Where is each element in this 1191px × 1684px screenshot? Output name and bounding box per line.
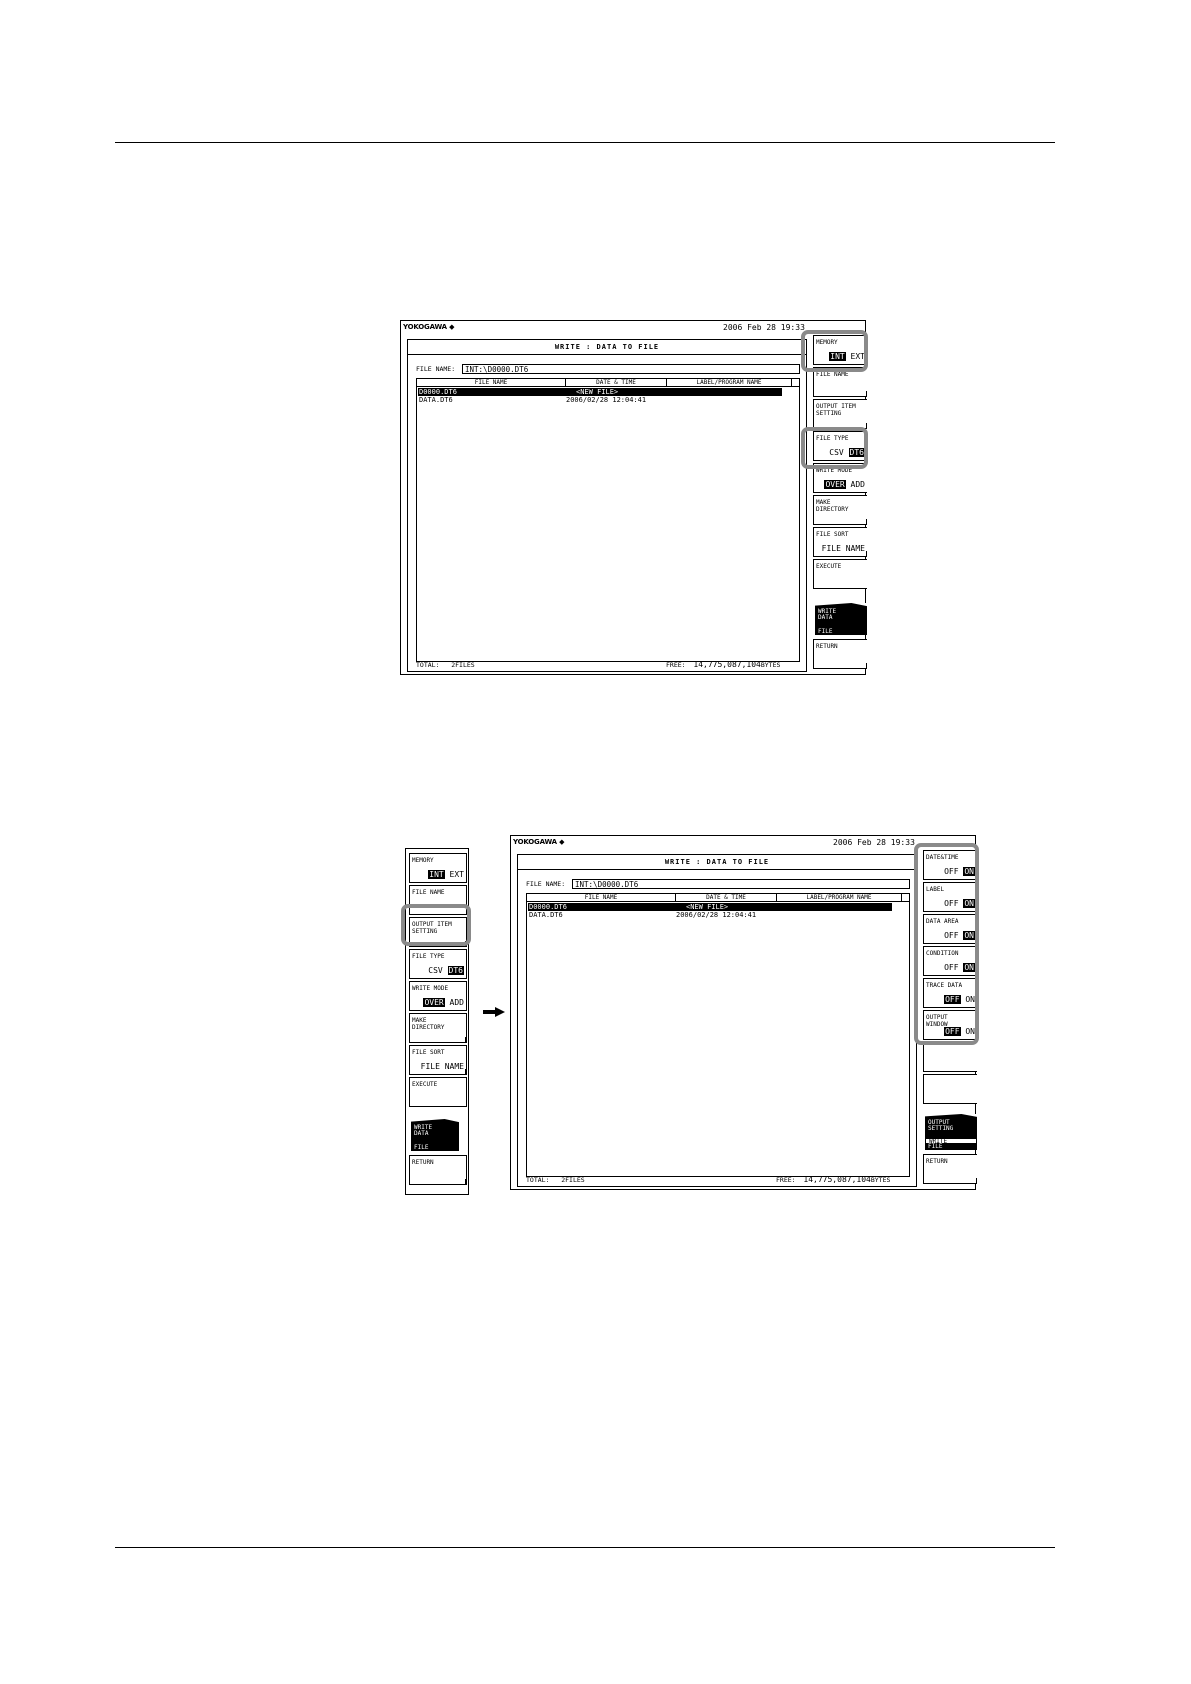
softkey-make-directory[interactable]: MAKE DIRECTORY [409, 1013, 467, 1043]
softkey-make-directory[interactable]: MAKE DIRECTORY [813, 495, 867, 525]
total-status: TOTAL: 2FILES [416, 661, 475, 669]
softkey-file-sort[interactable]: FILE SORT FILE NAME [813, 527, 867, 557]
softkey-execute[interactable]: EXECUTE [409, 1077, 467, 1107]
file-window: WRITE : DATA TO FILE FILE NAME: INT:\D00… [407, 339, 807, 672]
softkey-file-type[interactable]: FILE TYPE CSV DT6 [409, 949, 467, 979]
clock: 2006 Feb 28 19:33 [723, 323, 805, 332]
clock: 2006 Feb 28 19:33 [833, 838, 915, 847]
softkey-return[interactable]: RETURN [813, 639, 867, 669]
file-name-label: FILE NAME [526, 880, 562, 888]
highlight-memory [801, 330, 868, 372]
menu-title-write-data: WRITE DATA FILE [813, 603, 867, 635]
column-header: FILE NAME [584, 894, 618, 901]
menu-title-write-data: WRITE DATA FILE [409, 1119, 459, 1151]
table-row[interactable]: DATA.DT6 2006/02/28 12:04:41 [418, 396, 782, 404]
right-arrow-icon [483, 1007, 505, 1017]
file-name-field[interactable]: INT:\D0000.DT6 [462, 364, 800, 374]
softkey-memory[interactable]: MEMORY INT EXT [409, 853, 467, 883]
column-header: DATE & TIME [706, 894, 746, 901]
screen-write-data-to-file: YOKOGAWA ◆ 2006 Feb 28 19:33 WRITE : DAT… [400, 320, 867, 675]
screen-output-setting: YOKOGAWA ◆ 2006 Feb 28 19:33 WRITE : DAT… [510, 835, 977, 1190]
softkey-output-item-setting[interactable]: OUTPUT ITEM SETTING [813, 399, 867, 429]
file-name-label: FILE NAME [416, 365, 452, 373]
table-row[interactable]: D0000.DT6 <NEW FILE> [528, 903, 892, 911]
menu-title-output-setting: OUTPUT SETTING WRITE FILE [923, 1114, 977, 1150]
window-title: WRITE : DATA TO FILE [518, 855, 916, 870]
softkey-file-sort[interactable]: FILE SORT FILE NAME [409, 1045, 467, 1075]
highlight-output-item-setting [401, 904, 471, 946]
bottom-rule [115, 1547, 1055, 1548]
total-status: TOTAL: 2FILES [526, 1176, 585, 1184]
free-status: FREE: 14,775,087,104BYTES [666, 660, 781, 669]
screen-header: YOKOGAWA ◆ 2006 Feb 28 19:33 [511, 836, 975, 850]
file-list[interactable]: FILE NAME DATE & TIME LABEL/PROGRAM NAME… [416, 378, 800, 662]
table-row[interactable]: D0000.DT6 <NEW FILE> [418, 388, 782, 396]
file-list-header: FILE NAME DATE & TIME LABEL/PROGRAM NAME [417, 379, 799, 387]
free-status: FREE: 14,775,087,104BYTES [776, 1175, 891, 1184]
highlight-output-items [914, 843, 979, 1045]
softkey-return[interactable]: RETURN [409, 1155, 467, 1185]
file-list-header: FILE NAME DATE & TIME LABEL/PROGRAM NAME [527, 894, 909, 902]
softkey-execute[interactable]: EXECUTE [813, 559, 867, 589]
column-header: LABEL/PROGRAM NAME [696, 379, 762, 386]
highlight-file-type [801, 427, 868, 469]
file-list[interactable]: FILE NAME DATE & TIME LABEL/PROGRAM NAME… [526, 893, 910, 1177]
window-title: WRITE : DATA TO FILE [408, 340, 806, 355]
softkey-blank-2[interactable] [923, 1074, 977, 1104]
brand-logo: YOKOGAWA ◆ [513, 838, 565, 846]
column-header: LABEL/PROGRAM NAME [806, 894, 872, 901]
brand-logo: YOKOGAWA ◆ [403, 323, 455, 331]
column-header: DATE & TIME [596, 379, 636, 386]
column-header: FILE NAME [474, 379, 508, 386]
softkey-return[interactable]: RETURN [923, 1154, 977, 1184]
softkey-blank-1[interactable] [923, 1042, 977, 1072]
top-rule [115, 142, 1055, 143]
table-row[interactable]: DATA.DT6 2006/02/28 12:04:41 [528, 911, 892, 919]
screen-header: YOKOGAWA ◆ 2006 Feb 28 19:33 [401, 321, 865, 335]
softkey-write-mode[interactable]: WRITE MODE OVER ADD [409, 981, 467, 1011]
left-softkey-menu: MEMORY INT EXT FILE NAME OUTPUT ITEM SETT… [405, 848, 469, 1195]
file-name-field[interactable]: INT:\D0000.DT6 [572, 879, 910, 889]
file-window: WRITE : DATA TO FILE FILE NAME: INT:\D00… [517, 854, 917, 1187]
